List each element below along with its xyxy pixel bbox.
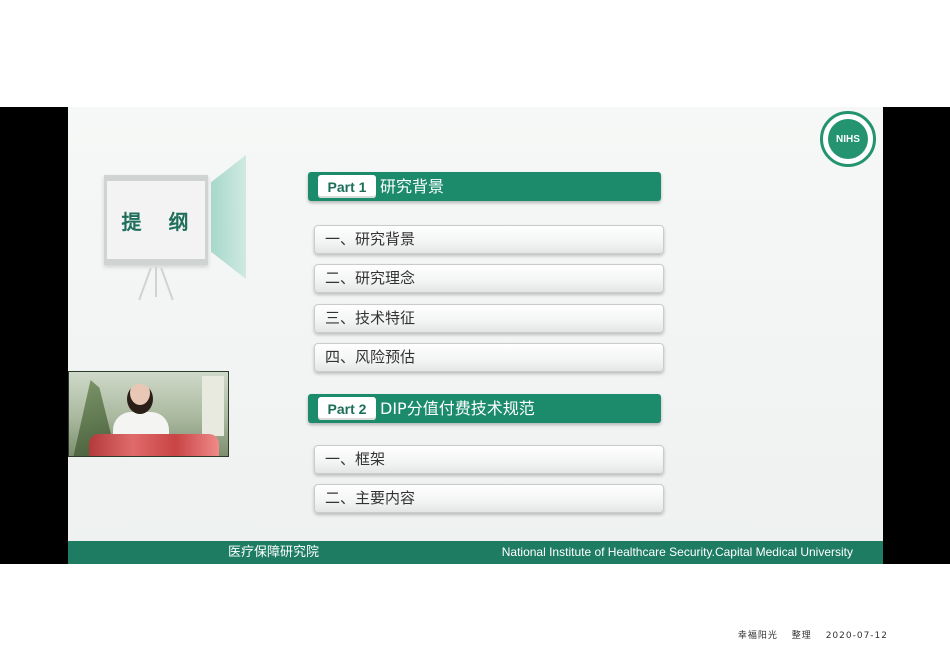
logo-text: NIHS <box>836 133 860 145</box>
easel-leg-icon <box>155 267 157 297</box>
part-title: 研究背景 <box>380 177 445 196</box>
outline-item: 三、技术特征 <box>314 304 664 333</box>
part-badge: Part 2 <box>318 397 376 420</box>
outline-item: 一、研究背景 <box>314 225 664 254</box>
background-screen <box>202 376 224 436</box>
outline-item: 一、框架 <box>314 445 664 474</box>
outline-item: 二、主要内容 <box>314 484 664 513</box>
projector-beam <box>211 155 246 279</box>
footer-author: 幸福阳光 <box>737 631 778 641</box>
institute-name-cn: 医疗保障研究院 <box>228 545 320 560</box>
speaker-video-inset <box>68 371 229 457</box>
easel-leg-icon <box>138 267 152 301</box>
part-1-header: Part 1 研究背景 <box>308 172 661 201</box>
outline-item: 二、研究理念 <box>314 264 664 293</box>
outline-easel: 提 纲 <box>104 171 208 301</box>
footer-date: 2020-07-12 <box>825 631 888 641</box>
slide-bottom-bar: 医疗保障研究院 National Institute of Healthcare… <box>68 541 883 564</box>
presentation-slide: 提 纲 NIHS Part 1 研究背景 一、研究背景 二、研究理念 三、技术特… <box>68 107 883 564</box>
nihs-logo: NIHS <box>820 111 876 167</box>
part-badge: Part 1 <box>318 175 376 198</box>
footer-watermark: 幸福阳光 整理 2020-07-12 <box>728 628 888 641</box>
institute-name-en: National Institute of Healthcare Securit… <box>501 545 853 559</box>
flower-podium <box>89 434 219 456</box>
outline-board: 提 纲 <box>104 175 208 265</box>
logo-emblem-icon: NIHS <box>828 119 868 159</box>
outline-title: 提 纲 <box>121 209 199 234</box>
part-title: DIP分值付费技术规范 <box>380 399 535 418</box>
easel-leg-icon <box>160 267 174 301</box>
video-frame: 提 纲 NIHS Part 1 研究背景 一、研究背景 二、研究理念 三、技术特… <box>0 107 950 564</box>
part-2-header: Part 2 DIP分值付费技术规范 <box>308 394 661 423</box>
page: 提 纲 NIHS Part 1 研究背景 一、研究背景 二、研究理念 三、技术特… <box>0 0 950 672</box>
speaker-head <box>127 384 153 414</box>
outline-item: 四、风险预估 <box>314 343 664 372</box>
footer-action: 整理 <box>791 631 812 641</box>
